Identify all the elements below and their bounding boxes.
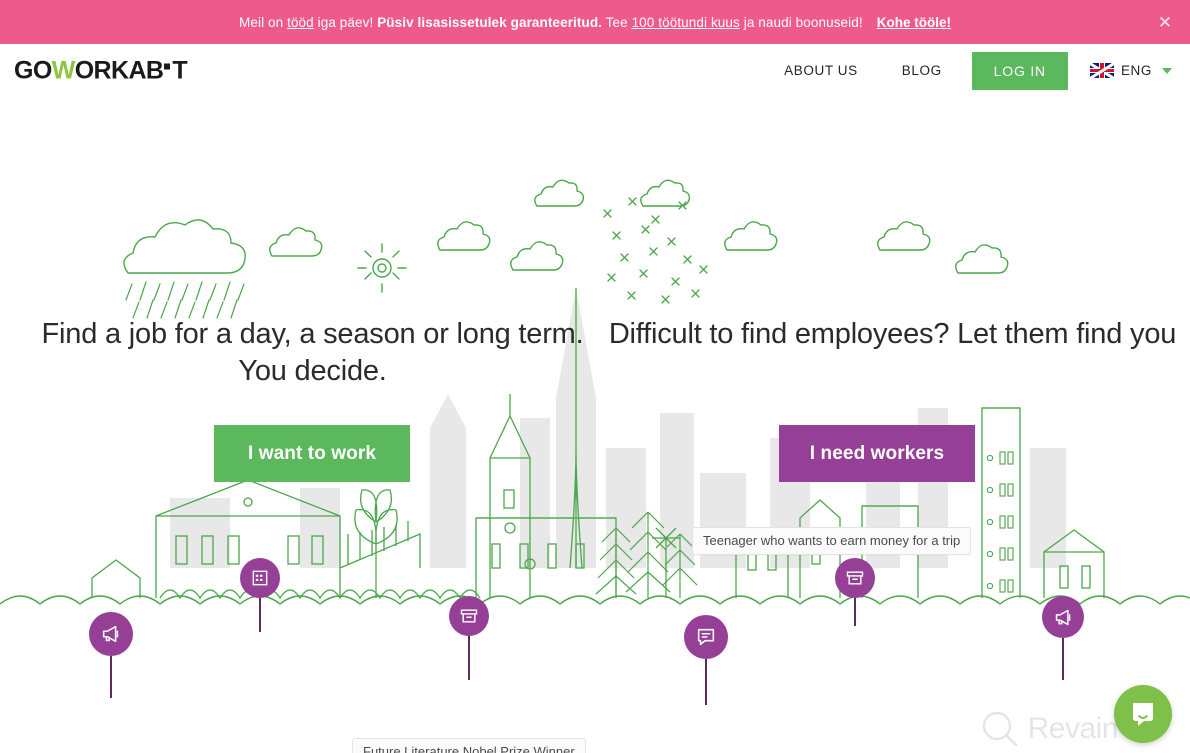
nav-blog[interactable]: BLOG (880, 63, 964, 78)
watermark: Revain (980, 709, 1119, 749)
promo-part-3: Tee (602, 14, 632, 30)
pin-stem (259, 598, 261, 632)
uk-flag-icon (1089, 63, 1114, 78)
promo-link-hours[interactable]: 100 töötundi kuus (632, 15, 740, 30)
promo-part-4: ja naudi boonuseid! (739, 14, 863, 30)
building-icon (252, 570, 268, 586)
map-pin-megaphone-right[interactable] (1042, 596, 1084, 680)
megaphone-icon (1055, 609, 1070, 625)
map-pin-box-left[interactable] (449, 596, 489, 680)
hero-headline-workers: Find a job for a day, a season or long t… (41, 318, 584, 388)
chevron-down-icon (1162, 67, 1172, 74)
language-switcher[interactable]: ENG (1089, 63, 1172, 78)
promo-bold-guarantee: Püsiv lisasissetulek garanteeritud. (377, 14, 603, 30)
hero-headline-employers: Difficult to find employees? Let them fi… (608, 318, 1177, 350)
logo-text-go: GO (14, 56, 52, 84)
nav-about-us[interactable]: ABOUT US (762, 63, 880, 78)
promo-link-tood[interactable]: tööd (287, 15, 314, 30)
map-pin-chat[interactable] (684, 615, 728, 705)
promo-part-1: Meil on (239, 14, 288, 30)
map-pin-building[interactable] (240, 558, 280, 632)
promo-banner: Meil on tööd iga päev! Püsiv lisasissetu… (0, 0, 1190, 44)
pin-stem (854, 598, 856, 626)
map-pin-box-right[interactable] (835, 558, 875, 626)
login-button[interactable]: LOG IN (971, 51, 1068, 90)
tooltip-teenager: Teenager who wants to earn money for a t… (692, 527, 972, 555)
site-header: GO W ORKAB T ABOUT US BLOG LOG IN ENG (0, 44, 1190, 98)
box-icon (460, 609, 478, 623)
promo-part-2: iga päev! (313, 14, 378, 30)
city-illustration (0, 179, 1190, 605)
chat-bubble-icon (1133, 703, 1153, 726)
logo-text-orkab: ORKAB (74, 56, 164, 84)
main-navigation: ABOUT US BLOG LOG IN ENG (762, 51, 1180, 90)
i-need-workers-button[interactable]: I need workers (779, 425, 975, 482)
map-pin-megaphone[interactable] (89, 612, 133, 698)
i-want-to-work-button[interactable]: I want to work (214, 425, 410, 482)
revain-logo-icon (982, 711, 1017, 747)
pin-stem (1062, 638, 1064, 680)
language-label: ENG (1120, 63, 1152, 78)
chat-widget-button[interactable] (1114, 685, 1172, 743)
tooltip-nobel: Future Literature Nobel Prize Winner (352, 738, 586, 753)
watermark-text: Revain (1027, 712, 1119, 745)
close-icon[interactable]: ✕ (1154, 11, 1176, 33)
logo[interactable]: GO W ORKAB T (14, 56, 188, 85)
megaphone-icon (102, 625, 119, 643)
chat-icon (697, 628, 715, 646)
promo-cta-link[interactable]: Kohe tööle! (877, 15, 951, 30)
pin-stem (110, 656, 112, 698)
logo-text-w: W (51, 56, 76, 84)
promo-message: Meil on tööd iga päev! Püsiv lisasissetu… (239, 15, 863, 30)
hero-section: Find a job for a day, a season or long t… (0, 98, 1190, 753)
logo-dot-icon (164, 63, 171, 69)
box-icon (846, 571, 864, 585)
pin-stem (705, 659, 707, 705)
pin-stem (468, 636, 470, 680)
logo-text-t: T (172, 56, 188, 84)
